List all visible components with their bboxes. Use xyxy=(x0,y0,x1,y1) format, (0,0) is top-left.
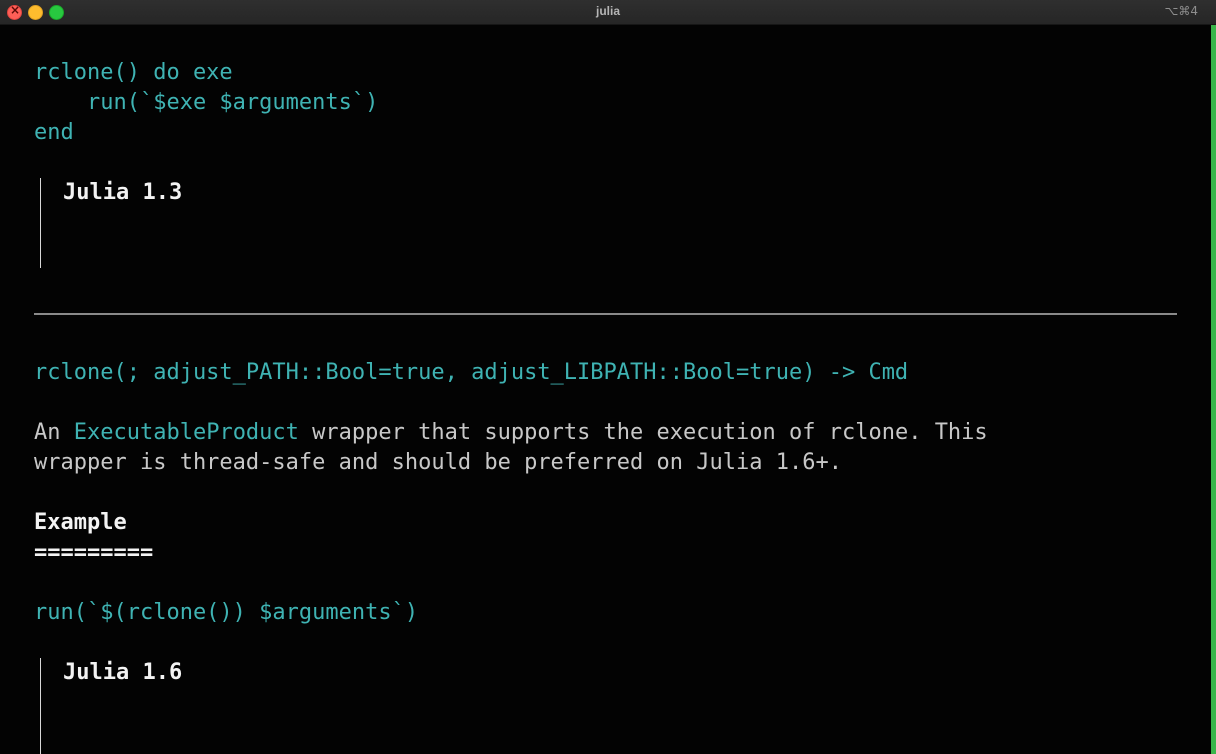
admonition-border xyxy=(40,178,41,268)
function-signature: rclone(; adjust_PATH::Bool=true, adjust_… xyxy=(34,360,909,385)
example-heading: Example xyxy=(34,510,127,535)
description-line: An ExecutableProduct wrapper that suppor… xyxy=(34,418,988,448)
admonition-title: Julia 1.3 xyxy=(63,180,183,205)
description-line: wrapper is thread-safe and should be pre… xyxy=(34,450,842,475)
section-divider xyxy=(34,313,1177,315)
window-shortcut-label: ⌥⌘4 xyxy=(1164,4,1198,18)
window-title: julia xyxy=(595,4,620,18)
title-bar[interactable]: julia ⌥⌘4 xyxy=(0,0,1216,25)
example-code: run(`$(rclone()) $arguments`) xyxy=(34,600,419,625)
admonition-border xyxy=(40,658,41,754)
terminal-window: julia ⌥⌘4 rclone() do exe run(`$exe $arg… xyxy=(0,0,1216,754)
executable-product-reference: ExecutableProduct xyxy=(73,420,299,445)
admonition-title: Julia 1.6 xyxy=(63,660,183,685)
code-line: rclone() do exe xyxy=(34,60,233,85)
heading-underline: ========= xyxy=(34,540,154,565)
description-prefix: An xyxy=(34,420,74,445)
code-line: end xyxy=(34,120,74,145)
description-text: wrapper that supports the execution of r… xyxy=(298,420,988,445)
code-line: run(`$exe $arguments`) xyxy=(34,90,379,115)
terminal-accent-bar xyxy=(1211,25,1216,754)
